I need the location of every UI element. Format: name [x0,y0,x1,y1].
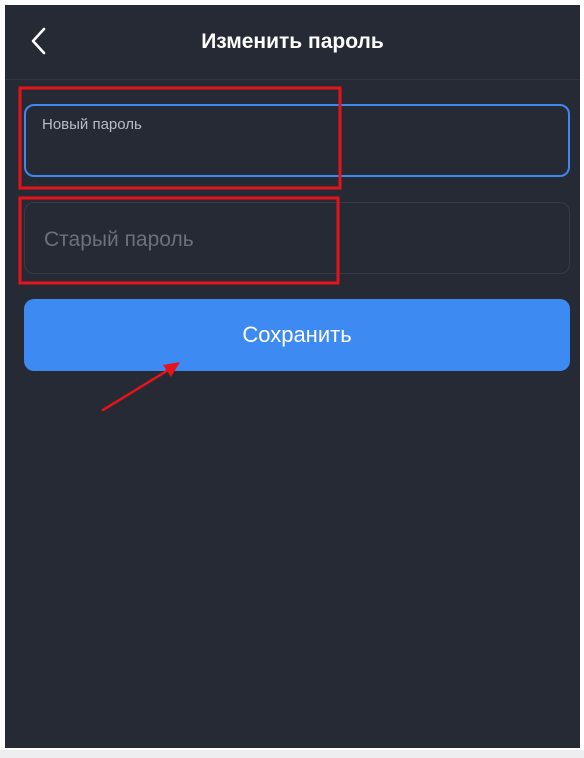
page-title: Изменить пароль [201,30,384,53]
bottom-strip [0,750,584,758]
chevron-left-icon [31,27,46,55]
save-button[interactable]: Сохранить [24,299,570,371]
header-bar: Изменить пароль [5,5,580,80]
old-password-field[interactable] [24,202,570,274]
change-password-screen: Изменить пароль Новый пароль Сохранить [5,5,580,748]
back-button[interactable] [19,21,59,61]
new-password-field[interactable]: Новый пароль [24,104,570,177]
new-password-input[interactable] [42,142,546,170]
old-password-input[interactable] [42,225,546,255]
new-password-label: Новый пароль [42,116,142,133]
